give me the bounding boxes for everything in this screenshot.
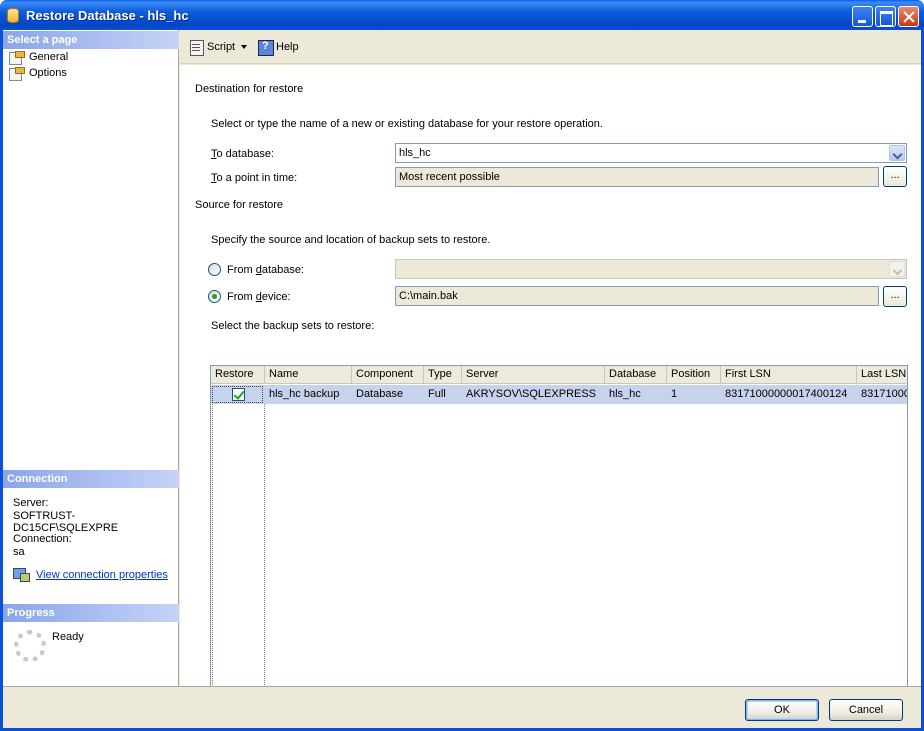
restore-database-window: Restore Database - hls_hc Select a page … <box>0 0 924 731</box>
destination-divider <box>305 90 907 91</box>
restore-checkbox[interactable] <box>232 388 245 401</box>
column-header-first-lsn[interactable]: First LSN <box>721 366 857 384</box>
help-icon <box>257 39 274 56</box>
from-database-combo[interactable] <box>395 259 907 279</box>
point-in-time-browse-button[interactable]: ... <box>883 166 907 187</box>
view-connection-properties-link[interactable]: View connection properties <box>36 569 168 581</box>
progress-header: Progress <box>3 604 179 622</box>
connection-properties-icon <box>13 568 30 582</box>
page-item-general[interactable]: General <box>9 49 68 65</box>
server-value: SOFTRUST-DC15CF\SQLEXPRE <box>13 510 119 534</box>
cell-component: Database <box>356 388 404 400</box>
script-icon <box>188 39 204 56</box>
chevron-down-icon[interactable] <box>889 261 905 277</box>
to-point-in-time-label: To a point in time: <box>211 172 298 184</box>
from-device-label: From device: <box>227 291 291 303</box>
window-title: Restore Database - hls_hc <box>26 8 189 23</box>
help-label: Help <box>276 41 299 53</box>
column-header-database[interactable]: Database <box>605 366 667 384</box>
select-page-header: Select a page <box>3 31 179 49</box>
left-pane: Select a page General Options Connection… <box>3 30 179 686</box>
close-button[interactable] <box>898 6 919 27</box>
page-icon <box>9 66 25 81</box>
minimize-button[interactable] <box>852 6 873 27</box>
connection-value: sa <box>13 546 25 558</box>
column-header-name[interactable]: Name <box>265 366 352 384</box>
from-database-label: From database: <box>227 264 305 276</box>
page-icon <box>9 50 25 65</box>
source-divider <box>286 206 907 207</box>
cell-position: 1 <box>671 388 678 400</box>
column-header-component[interactable]: Component <box>352 366 424 384</box>
connection-label: Connection: <box>13 533 72 545</box>
cell-database: hls_hc <box>609 388 641 400</box>
cell-name: hls_hc backup <box>269 388 340 400</box>
column-focus-line <box>212 404 213 687</box>
page-item-label: Options <box>29 67 67 79</box>
grid-header: Restore Name Component Type Server Datab… <box>211 366 907 384</box>
device-browse-button[interactable]: ... <box>883 286 907 307</box>
maximize-button[interactable] <box>875 6 896 27</box>
button-bar: OK Cancel <box>3 686 921 728</box>
device-path-field[interactable]: C:\main.bak <box>395 286 879 306</box>
from-database-radio[interactable] <box>208 263 221 276</box>
source-group-title: Source for restore <box>195 199 284 211</box>
column-header-restore[interactable]: Restore <box>211 366 265 384</box>
progress-spinner-icon <box>14 630 46 662</box>
general-page-panel: Destination for restore Select or type t… <box>180 65 921 706</box>
to-database-label: To database: <box>211 148 274 160</box>
cell-last-lsn: 83171000000019500001 <box>861 388 907 400</box>
column-header-server[interactable]: Server <box>462 366 605 384</box>
device-path-value: C:\main.bak <box>399 290 458 302</box>
column-header-type[interactable]: Type <box>424 366 462 384</box>
table-row[interactable]: hls_hc backup Database Full AKRYSOV\SQLE… <box>211 385 907 404</box>
connection-header: Connection <box>3 470 179 488</box>
page-item-options[interactable]: Options <box>9 65 67 81</box>
to-database-combo[interactable]: hls_hc <box>395 143 907 163</box>
cell-type: Full <box>428 388 446 400</box>
point-in-time-field[interactable]: Most recent possible <box>395 167 879 187</box>
to-database-value: hls_hc <box>399 147 431 159</box>
destination-group-title: Destination for restore <box>195 83 304 95</box>
destination-instruction: Select or type the name of a new or exis… <box>211 118 603 130</box>
column-header-position[interactable]: Position <box>667 366 721 384</box>
cell-first-lsn: 83171000000017400124 <box>725 388 848 400</box>
progress-status: Ready <box>52 631 84 643</box>
help-button[interactable]: Help <box>257 39 299 56</box>
cancel-button[interactable]: Cancel <box>829 699 903 721</box>
script-label: Script <box>207 41 236 53</box>
backup-sets-grid[interactable]: Restore Name Component Type Server Datab… <box>210 365 908 706</box>
cell-server: AKRYSOV\SQLEXPRESS <box>466 388 597 400</box>
database-icon <box>7 8 19 23</box>
column-header-last-lsn[interactable]: Last LSN <box>857 366 907 384</box>
toolbar: Script Help <box>180 30 921 64</box>
source-instruction: Specify the source and location of backu… <box>211 234 491 246</box>
page-item-label: General <box>29 51 69 63</box>
ok-button[interactable]: OK <box>745 699 819 721</box>
from-device-radio[interactable] <box>208 290 221 303</box>
chevron-down-icon[interactable] <box>889 145 905 161</box>
title-bar[interactable]: Restore Database - hls_hc <box>0 0 924 30</box>
script-button[interactable]: Script <box>188 39 248 56</box>
column-focus-line <box>264 404 265 687</box>
server-label: Server: <box>13 497 49 509</box>
backup-sets-label: Select the backup sets to restore: <box>211 320 375 332</box>
dropdown-arrow-icon[interactable] <box>241 45 248 49</box>
dialog-client-area: Select a page General Options Connection… <box>3 30 921 728</box>
point-in-time-value: Most recent possible <box>399 171 500 183</box>
